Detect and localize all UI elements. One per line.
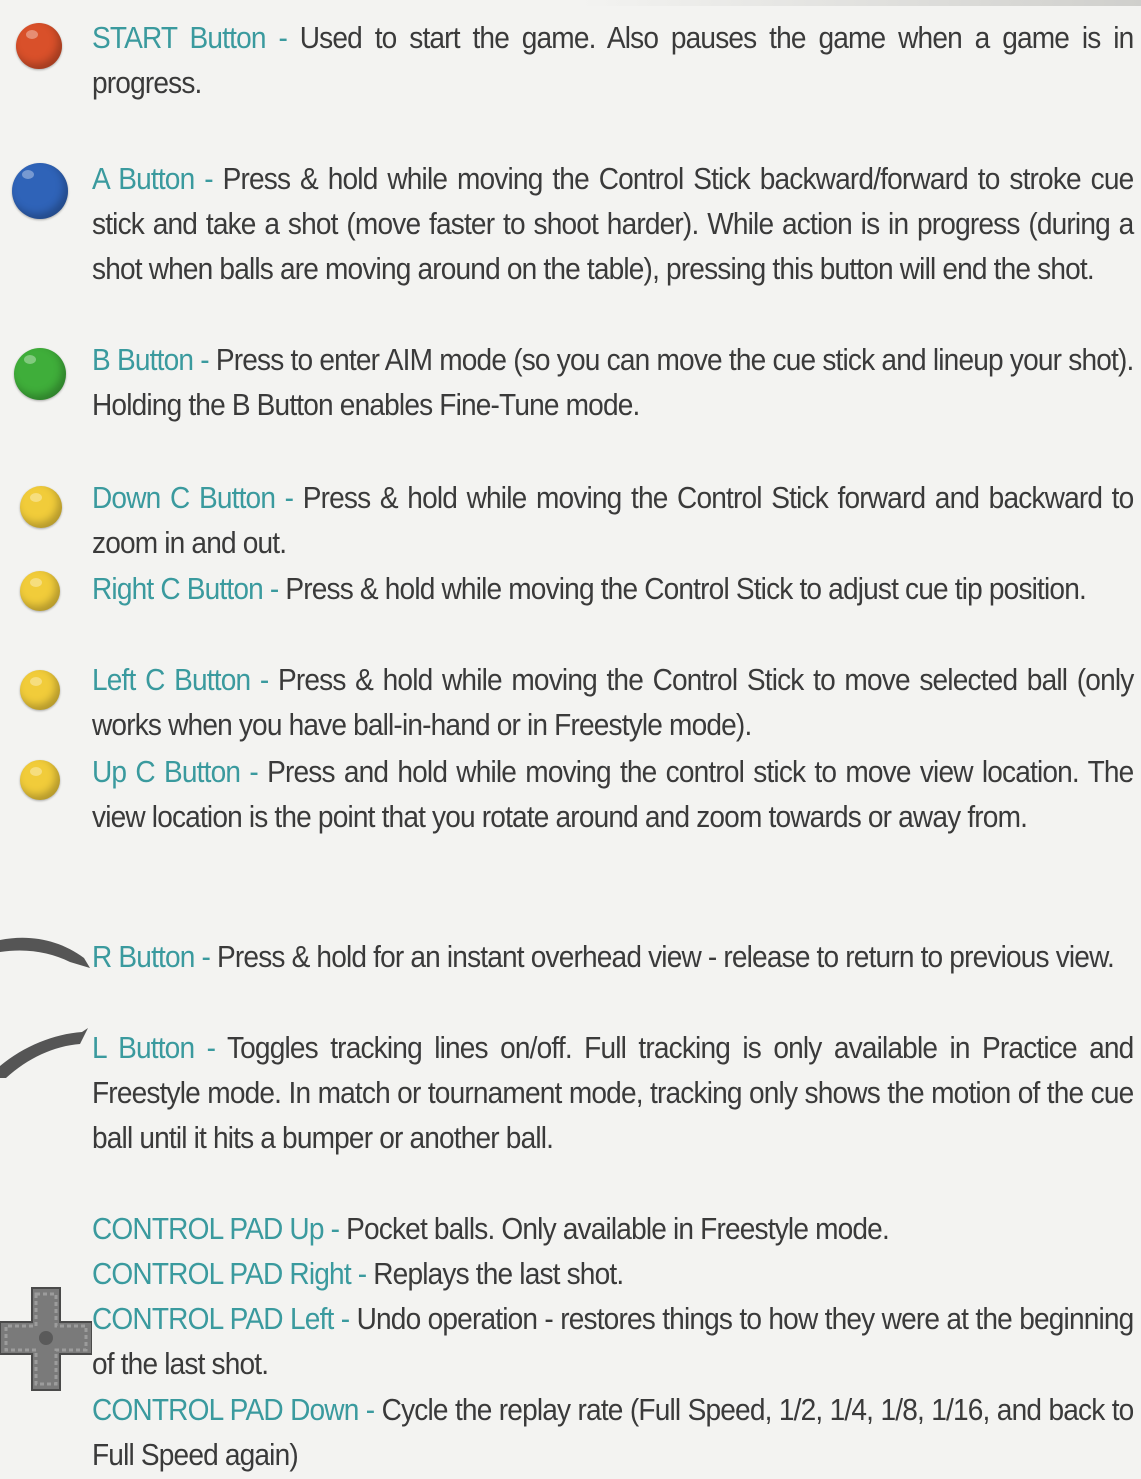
item-description: Pocket balls. Only available in Freestyl… — [346, 1212, 890, 1246]
item-label: L Button — [92, 1031, 195, 1065]
item-r-button: R Button - Press & hold for an instant o… — [92, 940, 1115, 974]
item-start-button: START Button - Used to start the game. A… — [92, 21, 1134, 100]
item-b-button: B Button - Press to enter AIM mode (so y… — [92, 343, 1134, 422]
item-label: CONTROL PAD Down — [92, 1393, 359, 1427]
item-l-button: L Button - Toggles tracking lines on/off… — [92, 1031, 1134, 1155]
item-description: Press to enter AIM mode (so you can move… — [92, 343, 1134, 422]
item-right-c-button: Right C Button - Press & hold while movi… — [92, 572, 1087, 606]
item-description: Press & hold for an instant overhead vie… — [217, 940, 1115, 974]
red-ball-icon — [16, 23, 62, 69]
item-label: Left C Button — [92, 663, 251, 697]
shoulder-trigger-icon — [0, 1028, 88, 1078]
item-label: CONTROL PAD Right — [92, 1257, 352, 1291]
item-down-c-button: Down C Button - Press & hold while movin… — [92, 481, 1134, 560]
item-label: CONTROL PAD Left — [92, 1302, 334, 1336]
item-label: R Button — [92, 940, 195, 974]
item-label: CONTROL PAD Up — [92, 1212, 324, 1246]
item-label: A Button — [92, 162, 195, 196]
yellow-ball-icon — [20, 760, 60, 800]
dpad-icon — [0, 1287, 92, 1391]
yellow-ball-icon — [20, 486, 62, 528]
blue-ball-icon — [12, 163, 68, 219]
green-ball-icon — [14, 348, 66, 400]
yellow-ball-icon — [20, 571, 60, 611]
item-up-c-button: Up C Button - Press and hold while movin… — [92, 755, 1134, 834]
shoulder-trigger-icon — [0, 937, 90, 968]
manual-page: START Button - Used to start the game. A… — [0, 0, 1141, 1479]
item-control-pad-up: CONTROL PAD Up - Pocket balls. Only avai… — [92, 1212, 890, 1246]
item-control-pad-right: CONTROL PAD Right - Replays the last sho… — [92, 1257, 624, 1291]
item-label: B Button — [92, 343, 194, 377]
item-description: Press & hold while moving the Control St… — [92, 162, 1134, 286]
item-description: Replays the last shot. — [373, 1257, 624, 1291]
item-control-pad-down: CONTROL PAD Down - Cycle the replay rate… — [92, 1393, 1134, 1472]
item-label: Right C Button — [92, 572, 264, 606]
top-edge-strip — [581, 0, 1141, 6]
item-description: Press & hold while moving the Control St… — [285, 572, 1086, 606]
item-description: Toggles tracking lines on/off. Full trac… — [92, 1031, 1134, 1155]
yellow-ball-icon — [20, 670, 60, 710]
item-control-pad-left: CONTROL PAD Left - Undo operation - rest… — [92, 1302, 1134, 1381]
item-left-c-button: Left C Button - Press & hold while movin… — [92, 663, 1134, 742]
item-label: Up C Button — [92, 755, 241, 789]
item-label: START Button — [92, 21, 267, 55]
item-label: Down C Button — [92, 481, 276, 515]
item-a-button: A Button - Press & hold while moving the… — [92, 162, 1134, 286]
